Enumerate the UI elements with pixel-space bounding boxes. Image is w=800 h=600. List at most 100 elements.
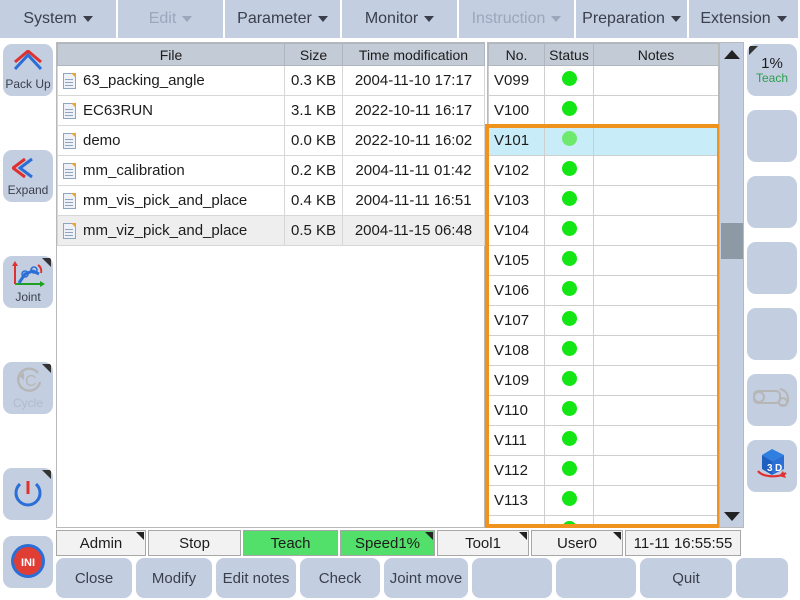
variable-table-row[interactable]: V103 (488, 185, 718, 216)
file-list-panel[interactable]: File Size Time modification 63_packing_a… (56, 42, 485, 528)
variable-list-panel[interactable]: No. Status Notes V099 V100 V101 V102 V103 V10… (487, 42, 719, 528)
variable-notes-cell[interactable] (593, 185, 718, 216)
variable-table-row[interactable]: V114 (488, 515, 718, 527)
file-table-row[interactable]: mm_viz_pick_and_place 0.5 KB 2004-11-15 06… (57, 215, 485, 246)
file-table-row[interactable]: mm_vis_pick_and_place 0.4 KB 2004-11-11 16… (57, 185, 485, 216)
variable-table-row[interactable]: V100 (488, 95, 718, 126)
var-table-header-row: No. Status Notes (488, 43, 718, 66)
scroll-down-button[interactable] (720, 505, 743, 527)
file-table-row[interactable]: demo 0.0 KB 2022-10-11 16:02 (57, 125, 485, 156)
bottom-button-blank-8[interactable] (736, 558, 788, 598)
variable-table-row[interactable]: V102 (488, 155, 718, 186)
file-name-cell[interactable]: mm_vis_pick_and_place (57, 185, 285, 216)
3d-view-button[interactable]: 3 D (747, 440, 797, 492)
teach-pendant-button[interactable] (747, 374, 797, 426)
variable-notes-cell[interactable] (593, 395, 718, 426)
variable-table-row[interactable]: V111 (488, 425, 718, 456)
bottom-button-blank-6[interactable] (556, 558, 636, 598)
menu-item-parameter[interactable]: Parameter (225, 0, 342, 38)
menu-item-monitor[interactable]: Monitor (342, 0, 459, 38)
column-header-no[interactable]: No. (488, 43, 545, 66)
status-cell-admin[interactable]: Admin (56, 530, 146, 556)
chevron-down-icon (82, 16, 93, 22)
blank-button-2[interactable] (747, 176, 797, 228)
bottom-button-edit-notes[interactable]: Edit notes (216, 558, 296, 598)
variable-table-row[interactable]: V113 (488, 485, 718, 516)
file-table-row[interactable]: EC63RUN 3.1 KB 2022-10-11 16:17 (57, 95, 485, 126)
blank-button-1[interactable] (747, 110, 797, 162)
column-header-size[interactable]: Size (284, 43, 343, 66)
variable-notes-cell[interactable] (593, 125, 718, 156)
variable-notes-cell[interactable] (593, 245, 718, 276)
menu-item-system[interactable]: System (0, 0, 118, 38)
file-name-cell[interactable]: 63_packing_angle (57, 65, 285, 96)
variable-table-scrollbar[interactable] (719, 42, 744, 528)
variable-notes-cell[interactable] (593, 335, 718, 366)
variable-notes-cell[interactable] (593, 275, 718, 306)
status-cell-speed1[interactable]: Speed1% (340, 530, 435, 556)
column-header-file[interactable]: File (57, 43, 285, 66)
status-cell-label: Stop (179, 534, 210, 552)
file-name-cell[interactable]: demo (57, 125, 285, 156)
column-header-notes[interactable]: Notes (593, 43, 718, 66)
column-header-status[interactable]: Status (544, 43, 594, 66)
variable-notes-cell[interactable] (593, 65, 718, 96)
scroll-up-button[interactable] (720, 43, 743, 65)
menu-item-preparation[interactable]: Preparation (576, 0, 689, 38)
sidebar-item-cycle[interactable]: C Cycle (3, 362, 53, 414)
bottom-button-blank-5[interactable] (472, 558, 552, 598)
variable-table-row[interactable]: V110 (488, 395, 718, 426)
variable-notes-cell[interactable] (593, 95, 718, 126)
menu-item-extension[interactable]: Extension (689, 0, 800, 38)
sidebar-item-joint[interactable]: Joint (3, 256, 53, 308)
scrollbar-thumb[interactable] (721, 223, 743, 259)
file-table-row[interactable]: mm_calibration 0.2 KB 2004-11-11 01:42 (57, 155, 485, 186)
bottom-button-joint-move[interactable]: Joint move (384, 558, 468, 598)
status-cell-tool1[interactable]: Tool1 (437, 530, 529, 556)
variable-notes-cell[interactable] (593, 365, 718, 396)
corner-triangle-icon (42, 470, 51, 479)
variable-notes-cell[interactable] (593, 515, 718, 527)
variable-no-cell: V112 (488, 455, 545, 486)
blank-button-4[interactable] (747, 308, 797, 360)
blank-button-3[interactable] (747, 242, 797, 294)
bottom-button-close[interactable]: Close (56, 558, 132, 598)
file-name-cell[interactable]: mm_calibration (57, 155, 285, 186)
file-table-row[interactable]: 63_packing_angle 0.3 KB 2004-11-10 17:17 (57, 65, 485, 96)
variable-table-row[interactable]: V105 (488, 245, 718, 276)
bottom-button-label: Modify (151, 569, 197, 587)
variable-no-cell: V109 (488, 365, 545, 396)
status-cell-user0[interactable]: User0 (531, 530, 623, 556)
ini-icon: INI (8, 541, 48, 584)
variable-table-row[interactable]: V109 (488, 365, 718, 396)
bottom-button-check[interactable]: Check (300, 558, 380, 598)
variable-table-row[interactable]: V107 (488, 305, 718, 336)
variable-table-row[interactable]: V104 (488, 215, 718, 246)
sidebar-item-expand[interactable]: Expand (3, 150, 53, 202)
variable-no-cell: V105 (488, 245, 545, 276)
file-name-cell[interactable]: mm_viz_pick_and_place (57, 215, 285, 246)
variable-notes-cell[interactable] (593, 215, 718, 246)
speed-teach-button[interactable]: 1% Teach (747, 44, 797, 96)
sidebar-item-power[interactable] (3, 468, 53, 520)
bottom-button-quit[interactable]: Quit (640, 558, 732, 598)
file-size-cell: 0.3 KB (284, 65, 343, 96)
sidebar-item-pack-up[interactable]: Pack Up (3, 44, 53, 96)
file-time-cell: 2004-11-10 17:17 (342, 65, 485, 96)
variable-notes-cell[interactable] (593, 155, 718, 186)
variable-notes-cell[interactable] (593, 305, 718, 336)
file-name-cell[interactable]: EC63RUN (57, 95, 285, 126)
variable-table-row[interactable]: V099 (488, 65, 718, 96)
variable-table-row[interactable]: V108 (488, 335, 718, 366)
variable-table-row[interactable]: V101 (488, 125, 718, 156)
variable-notes-cell[interactable] (593, 425, 718, 456)
variable-status-cell (544, 65, 594, 96)
column-header-time[interactable]: Time modification (342, 43, 485, 66)
variable-notes-cell[interactable] (593, 485, 718, 516)
variable-table-row[interactable]: V106 (488, 275, 718, 306)
expand-icon (10, 156, 44, 183)
bottom-button-modify[interactable]: Modify (136, 558, 212, 598)
variable-notes-cell[interactable] (593, 455, 718, 486)
sidebar-item-ini[interactable]: INI (3, 536, 53, 588)
variable-table-row[interactable]: V112 (488, 455, 718, 486)
